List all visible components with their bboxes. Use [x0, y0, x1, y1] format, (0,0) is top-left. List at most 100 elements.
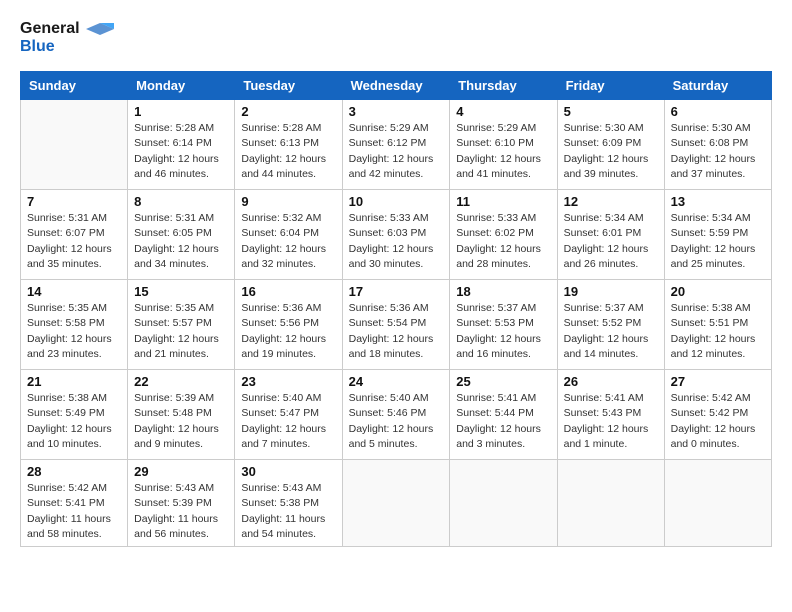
day-number: 24 [349, 374, 444, 389]
day-cell: 18 Sunrise: 5:37 AMSunset: 5:53 PMDayligh… [450, 280, 557, 370]
week-row-5: 28 Sunrise: 5:42 AMSunset: 5:41 PMDayligh… [21, 460, 772, 547]
day-info: Sunrise: 5:42 AMSunset: 5:42 PMDaylight:… [671, 391, 765, 452]
day-number: 9 [241, 194, 335, 209]
day-number: 29 [134, 464, 228, 479]
day-info: Sunrise: 5:38 AMSunset: 5:51 PMDaylight:… [671, 301, 765, 362]
day-cell: 15 Sunrise: 5:35 AMSunset: 5:57 PMDayligh… [128, 280, 235, 370]
day-info: Sunrise: 5:29 AMSunset: 6:10 PMDaylight:… [456, 121, 550, 182]
day-info: Sunrise: 5:40 AMSunset: 5:46 PMDaylight:… [349, 391, 444, 452]
day-number: 30 [241, 464, 335, 479]
day-cell [557, 460, 664, 547]
header-sunday: Sunday [21, 72, 128, 100]
day-info: Sunrise: 5:29 AMSunset: 6:12 PMDaylight:… [349, 121, 444, 182]
week-row-1: 1 Sunrise: 5:28 AMSunset: 6:14 PMDaylight… [21, 100, 772, 190]
day-cell: 28 Sunrise: 5:42 AMSunset: 5:41 PMDayligh… [21, 460, 128, 547]
day-info: Sunrise: 5:43 AMSunset: 5:39 PMDaylight:… [134, 481, 228, 542]
week-row-3: 14 Sunrise: 5:35 AMSunset: 5:58 PMDayligh… [21, 280, 772, 370]
day-number: 28 [27, 464, 121, 479]
day-cell: 3 Sunrise: 5:29 AMSunset: 6:12 PMDaylight… [342, 100, 450, 190]
day-info: Sunrise: 5:34 AMSunset: 6:01 PMDaylight:… [564, 211, 658, 272]
calendar-header-row: SundayMondayTuesdayWednesdayThursdayFrid… [21, 72, 772, 100]
day-info: Sunrise: 5:38 AMSunset: 5:49 PMDaylight:… [27, 391, 121, 452]
header-monday: Monday [128, 72, 235, 100]
day-cell: 10 Sunrise: 5:33 AMSunset: 6:03 PMDayligh… [342, 190, 450, 280]
week-row-2: 7 Sunrise: 5:31 AMSunset: 6:07 PMDaylight… [21, 190, 772, 280]
day-number: 6 [671, 104, 765, 119]
day-number: 20 [671, 284, 765, 299]
day-cell: 6Sunrise: 5:30 AMSunset: 6:08 PMDaylight… [664, 100, 771, 190]
header-friday: Friday [557, 72, 664, 100]
logo: General Blue [20, 20, 114, 55]
day-cell [450, 460, 557, 547]
logo-block: General Blue [20, 20, 114, 55]
day-cell: 7 Sunrise: 5:31 AMSunset: 6:07 PMDaylight… [21, 190, 128, 280]
day-cell: 14 Sunrise: 5:35 AMSunset: 5:58 PMDayligh… [21, 280, 128, 370]
day-cell: 16Sunrise: 5:36 AMSunset: 5:56 PMDayligh… [235, 280, 342, 370]
day-info: Sunrise: 5:32 AMSunset: 6:04 PMDaylight:… [241, 211, 335, 272]
day-info: Sunrise: 5:33 AMSunset: 6:03 PMDaylight:… [349, 211, 444, 272]
header-saturday: Saturday [664, 72, 771, 100]
day-info: Sunrise: 5:36 AMSunset: 5:54 PMDaylight:… [349, 301, 444, 362]
day-number: 15 [134, 284, 228, 299]
day-cell: 19 Sunrise: 5:37 AMSunset: 5:52 PMDayligh… [557, 280, 664, 370]
logo-general: General [20, 20, 80, 37]
day-number: 3 [349, 104, 444, 119]
day-info: Sunrise: 5:30 AMSunset: 6:09 PMDaylight:… [564, 121, 658, 182]
day-cell: 30Sunrise: 5:43 AMSunset: 5:38 PMDayligh… [235, 460, 342, 547]
day-info: Sunrise: 5:31 AMSunset: 6:05 PMDaylight:… [134, 211, 228, 272]
calendar: SundayMondayTuesdayWednesdayThursdayFrid… [20, 71, 772, 547]
header: General Blue [20, 20, 772, 55]
day-cell: 1 Sunrise: 5:28 AMSunset: 6:14 PMDaylight… [128, 100, 235, 190]
day-info: Sunrise: 5:34 AMSunset: 5:59 PMDaylight:… [671, 211, 765, 272]
day-cell [342, 460, 450, 547]
day-info: Sunrise: 5:41 AMSunset: 5:44 PMDaylight:… [456, 391, 550, 452]
header-tuesday: Tuesday [235, 72, 342, 100]
day-number: 16 [241, 284, 335, 299]
day-cell [21, 100, 128, 190]
header-thursday: Thursday [450, 72, 557, 100]
day-cell: 29 Sunrise: 5:43 AMSunset: 5:39 PMDayligh… [128, 460, 235, 547]
day-cell: 11Sunrise: 5:33 AMSunset: 6:02 PMDayligh… [450, 190, 557, 280]
day-number: 10 [349, 194, 444, 209]
day-info: Sunrise: 5:37 AMSunset: 5:53 PMDaylight:… [456, 301, 550, 362]
day-info: Sunrise: 5:28 AMSunset: 6:14 PMDaylight:… [134, 121, 228, 182]
day-number: 14 [27, 284, 121, 299]
day-cell [664, 460, 771, 547]
day-number: 8 [134, 194, 228, 209]
day-number: 13 [671, 194, 765, 209]
day-cell: 23 Sunrise: 5:40 AMSunset: 5:47 PMDayligh… [235, 370, 342, 460]
day-info: Sunrise: 5:28 AMSunset: 6:13 PMDaylight:… [241, 121, 335, 182]
day-cell: 24 Sunrise: 5:40 AMSunset: 5:46 PMDayligh… [342, 370, 450, 460]
day-info: Sunrise: 5:35 AMSunset: 5:58 PMDaylight:… [27, 301, 121, 362]
day-cell: 13 Sunrise: 5:34 AMSunset: 5:59 PMDayligh… [664, 190, 771, 280]
logo-wave-icon [86, 23, 114, 35]
day-info: Sunrise: 5:40 AMSunset: 5:47 PMDaylight:… [241, 391, 335, 452]
day-number: 23 [241, 374, 335, 389]
day-number: 18 [456, 284, 550, 299]
day-info: Sunrise: 5:41 AMSunset: 5:43 PMDaylight:… [564, 391, 658, 452]
week-row-4: 21 Sunrise: 5:38 AMSunset: 5:49 PMDayligh… [21, 370, 772, 460]
day-number: 27 [671, 374, 765, 389]
day-number: 19 [564, 284, 658, 299]
day-number: 4 [456, 104, 550, 119]
day-info: Sunrise: 5:35 AMSunset: 5:57 PMDaylight:… [134, 301, 228, 362]
day-cell: 8 Sunrise: 5:31 AMSunset: 6:05 PMDaylight… [128, 190, 235, 280]
day-number: 11 [456, 194, 550, 209]
day-info: Sunrise: 5:39 AMSunset: 5:48 PMDaylight:… [134, 391, 228, 452]
day-info: Sunrise: 5:37 AMSunset: 5:52 PMDaylight:… [564, 301, 658, 362]
day-cell: 12 Sunrise: 5:34 AMSunset: 6:01 PMDayligh… [557, 190, 664, 280]
day-number: 2 [241, 104, 335, 119]
day-number: 1 [134, 104, 228, 119]
day-info: Sunrise: 5:42 AMSunset: 5:41 PMDaylight:… [27, 481, 121, 542]
day-info: Sunrise: 5:31 AMSunset: 6:07 PMDaylight:… [27, 211, 121, 272]
day-number: 12 [564, 194, 658, 209]
day-number: 7 [27, 194, 121, 209]
header-wednesday: Wednesday [342, 72, 450, 100]
day-cell: 20 Sunrise: 5:38 AMSunset: 5:51 PMDayligh… [664, 280, 771, 370]
day-number: 25 [456, 374, 550, 389]
day-cell: 25 Sunrise: 5:41 AMSunset: 5:44 PMDayligh… [450, 370, 557, 460]
day-cell: 21 Sunrise: 5:38 AMSunset: 5:49 PMDayligh… [21, 370, 128, 460]
day-cell: 26Sunrise: 5:41 AMSunset: 5:43 PMDayligh… [557, 370, 664, 460]
day-cell: 2 Sunrise: 5:28 AMSunset: 6:13 PMDaylight… [235, 100, 342, 190]
day-number: 21 [27, 374, 121, 389]
